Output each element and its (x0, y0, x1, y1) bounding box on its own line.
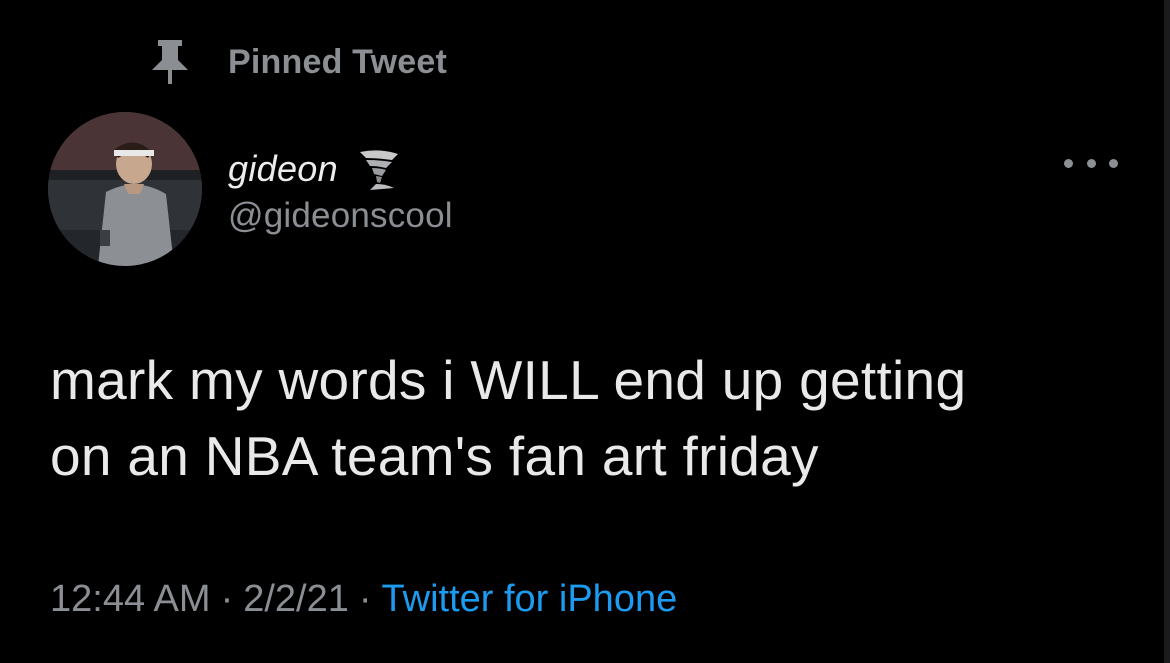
tweet-text: mark my words i WILL end up getting on a… (50, 349, 967, 487)
meta-separator: · (220, 577, 234, 620)
pinned-indicator: Pinned Tweet (150, 38, 447, 86)
pin-icon (150, 38, 190, 86)
user-handle[interactable]: @gideonscool (228, 196, 453, 236)
more-options-icon[interactable] (1064, 146, 1118, 180)
more-dot (1086, 158, 1096, 168)
author-name-row[interactable]: gideon (228, 146, 402, 192)
more-dot (1109, 158, 1118, 168)
pinned-label: Pinned Tweet (228, 42, 448, 81)
display-name[interactable]: gideon (228, 148, 338, 190)
meta-separator: · (358, 577, 372, 620)
avatar[interactable] (48, 112, 202, 266)
tweet-time[interactable]: 12:44 AM (50, 578, 211, 621)
more-dot (1064, 158, 1073, 168)
tweet-meta: 12:44 AM · 2/2/21 · Twitter for iPhone (50, 574, 677, 624)
tweet-date[interactable]: 2/2/21 (243, 578, 349, 621)
tweet-source-link[interactable]: Twitter for iPhone (382, 578, 678, 621)
scroll-edge (1164, 0, 1170, 663)
tornado-icon (356, 146, 402, 192)
pinned-tweet[interactable]: Pinned Tweet gideon @gideonscool mark my… (0, 0, 1170, 663)
